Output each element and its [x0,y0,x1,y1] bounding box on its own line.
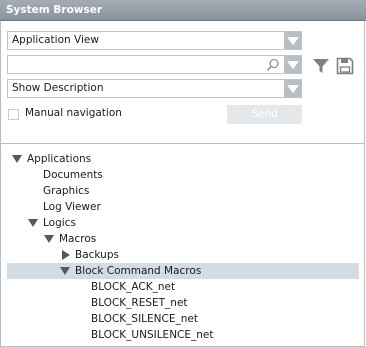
title-bar: System Browser [0,0,366,21]
tree-item-label: BLOCK_RESET_net [91,297,188,309]
tree-item-block-reset-net[interactable]: BLOCK_RESET_net [7,295,357,311]
expanded-arrow-icon[interactable] [60,267,70,275]
tree-item-label: Logics [43,217,76,229]
expanded-arrow-icon[interactable] [44,235,54,243]
tree-item-label: Macros [59,233,97,245]
search-history-dropdown-icon[interactable] [284,56,301,73]
view-select-value: Application View [12,34,99,46]
tree-item-label: BLOCK_ACK_net [91,281,176,293]
description-select-value: Show Description [12,82,104,94]
tree-item-block-command-macros[interactable]: Block Command Macros [7,263,359,279]
tree-item-label: Backups [75,249,119,261]
tree-item-label: Applications [27,153,92,165]
collapsed-arrow-icon[interactable] [62,250,70,260]
save-icon[interactable] [336,57,354,75]
tree-item-graphics[interactable]: Graphics [7,183,357,199]
tree-item-label: Documents [43,169,103,181]
send-button[interactable]: Send [227,105,302,124]
tree-item-macros[interactable]: Macros [7,231,357,247]
tree-item-log-viewer[interactable]: Log Viewer [7,199,357,215]
tree-item-label: BLOCK_UNSILENCE_net [91,329,214,341]
tree-item-block-silence-net[interactable]: BLOCK_SILENCE_net [7,311,357,327]
search-box[interactable] [7,55,302,74]
tree-item-applications[interactable]: Applications [7,151,357,167]
view-select[interactable]: Application View [7,31,302,50]
window-title: System Browser [6,4,103,16]
filter-icon[interactable] [312,57,330,75]
search-icon[interactable] [266,58,280,72]
manual-navigation-checkbox[interactable] [8,109,19,120]
tree-item-block-unsilence-net[interactable]: BLOCK_UNSILENCE_net [7,327,357,343]
tree-item-label: Log Viewer [43,201,101,213]
search-input[interactable] [8,56,276,73]
tree-item-backups[interactable]: Backups [7,247,357,263]
tree-item-block-ack-net[interactable]: BLOCK_ACK_net [7,279,357,295]
description-select-dropdown-icon[interactable] [284,80,301,97]
expanded-arrow-icon[interactable] [12,155,22,163]
tree-item-label: Graphics [43,185,90,197]
tree-item-label: BLOCK_SILENCE_net [91,313,198,325]
tree-item-label: Block Command Macros [75,265,202,277]
tree-item-documents[interactable]: Documents [7,167,357,183]
view-select-dropdown-icon[interactable] [284,32,301,49]
system-browser-panel: Application View Show Description Manual… [0,21,365,347]
expanded-arrow-icon[interactable] [28,219,38,227]
divider [1,143,365,144]
tree-item-logics[interactable]: Logics [7,215,357,231]
description-select[interactable]: Show Description [7,79,302,98]
manual-navigation-label: Manual navigation [25,107,122,119]
